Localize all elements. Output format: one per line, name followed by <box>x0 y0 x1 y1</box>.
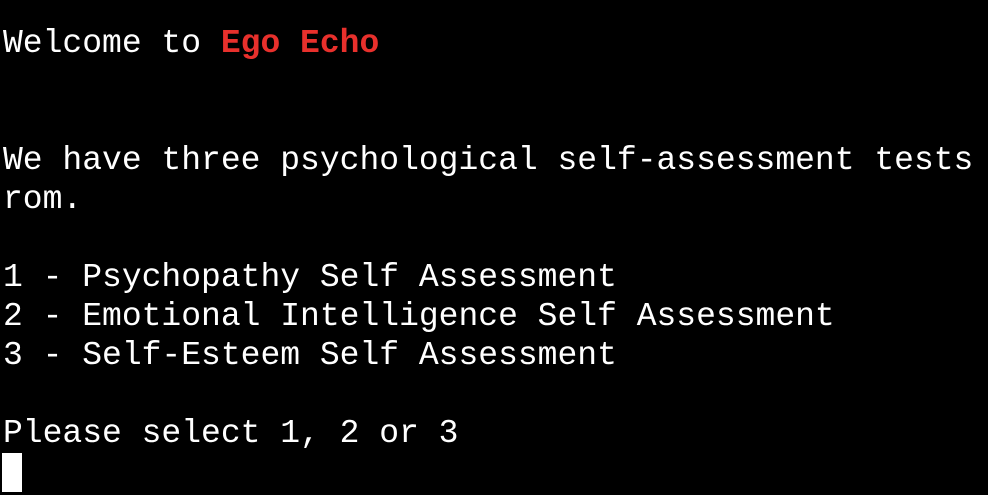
option-self-esteem: 3 - Self-Esteem Self Assessment <box>3 337 617 374</box>
option-emotional-intelligence: 2 - Emotional Intelligence Self Assessme… <box>3 298 835 335</box>
intro-line-2: rom. <box>3 181 83 218</box>
welcome-line: Welcome to Ego Echo <box>3 24 988 63</box>
app-name: Ego Echo <box>220 25 380 62</box>
option-psychopathy: 1 - Psychopathy Self Assessment <box>3 259 617 296</box>
text-cursor[interactable] <box>2 453 22 492</box>
intro-line-1: We have three psychological self-assessm… <box>3 142 974 179</box>
selection-prompt: Please select 1, 2 or 3 <box>3 415 459 452</box>
terminal-window[interactable]: Welcome to Ego Echo We have three psycho… <box>0 0 988 495</box>
welcome-prefix: Welcome to <box>3 25 221 62</box>
